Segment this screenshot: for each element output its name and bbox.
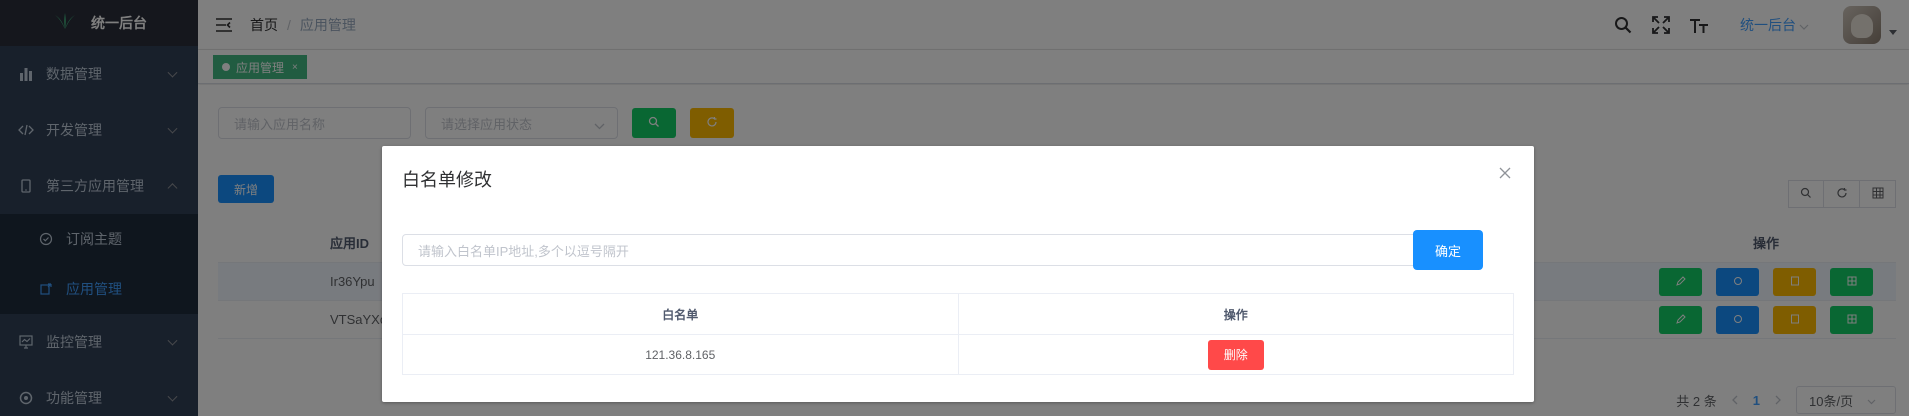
whitelist-dialog: 白名单修改 请输入白名单IP地址,多个以逗号隔开 确定 白名单 操作 121.3…: [382, 146, 1534, 402]
confirm-button[interactable]: 确定: [1413, 230, 1483, 270]
whitelist-ip: 121.36.8.165: [645, 347, 716, 362]
table-row: 121.36.8.165 删除: [403, 334, 1513, 374]
column-ops: 操作: [957, 294, 1514, 334]
whitelist-table: 白名单 操作 121.36.8.165 删除: [402, 293, 1514, 375]
dialog-title: 白名单修改: [402, 170, 492, 190]
column-whitelist: 白名单: [662, 307, 699, 322]
ops-cell: 删除: [957, 335, 1514, 374]
confirm-button-label: 确定: [1434, 243, 1461, 259]
close-icon[interactable]: [1498, 166, 1514, 182]
whitelist-table-header: 白名单 操作: [403, 294, 1513, 334]
whitelist-ip-placeholder: 请输入白名单IP地址,多个以逗号隔开: [418, 243, 629, 259]
delete-button[interactable]: 删除: [1207, 339, 1264, 370]
whitelist-ip-input[interactable]: 请输入白名单IP地址,多个以逗号隔开: [402, 234, 1414, 266]
